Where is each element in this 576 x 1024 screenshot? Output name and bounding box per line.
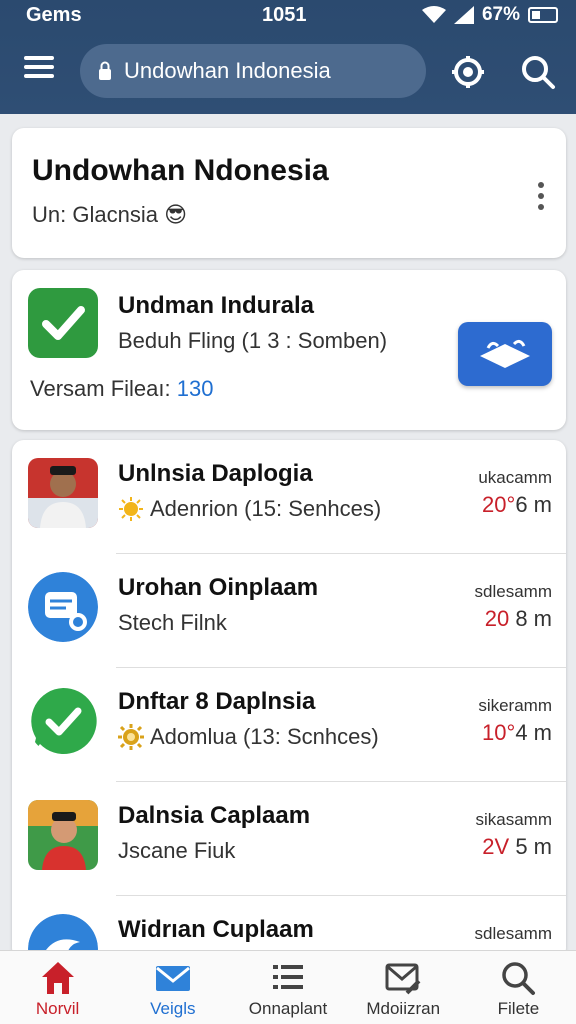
conversation-list: Unlnsia Daplogia Adenrion (15: Senhces) …: [12, 440, 566, 960]
meta-red: 10°: [482, 720, 516, 745]
search-icon: [502, 962, 536, 995]
meta-rest: 8 m: [515, 606, 552, 631]
list-item[interactable]: Dalnsia Caplaam Jscane Fiuk sikasamm 2V …: [12, 782, 566, 896]
item-sub-text: Adomlua (13: Scnhces): [150, 724, 379, 749]
battery-percent: 67%: [481, 4, 520, 25]
sun-gear-icon: [118, 724, 144, 750]
nav-label: Mdoiizran: [366, 999, 441, 1018]
status-time: 1051: [262, 4, 307, 26]
item-name: Unlnsia Daplogia: [118, 460, 313, 487]
chat-bubble-icon: [28, 572, 98, 642]
nav-home[interactable]: Norvil: [0, 951, 115, 1024]
more-options-icon[interactable]: [538, 182, 546, 210]
meta-value: 130: [176, 376, 214, 401]
list-item[interactable]: Dnftar 8 Daplnsia Adomlua (13: Scnhces) …: [12, 668, 566, 782]
item-sub: Jscane Fiuk: [118, 838, 235, 864]
nav-mail[interactable]: Veigls: [115, 951, 230, 1024]
list-item[interactable]: Unlnsia Daplogia Adenrion (15: Senhces) …: [12, 440, 566, 554]
nav-compose[interactable]: Mdoiizran: [346, 951, 461, 1024]
page-title: Undowhan Ndonesia: [32, 154, 329, 187]
map-icon: [480, 339, 530, 368]
feature-card[interactable]: Undman Indurala Beduh Fling (1 3 : Sombe…: [12, 270, 566, 430]
item-sub-text: Jscane Fiuk: [118, 838, 236, 863]
item-meta-label: sikeramm: [478, 696, 552, 715]
subtitle-text: Un: Glacnsia: [32, 202, 158, 227]
top-app-bar: Gems 1051 67% Undowhan Indonesia: [0, 0, 576, 114]
header-card[interactable]: Undowhan Ndonesia Un: Glacnsia 😎: [12, 128, 566, 258]
home-icon: [41, 962, 74, 994]
search-icon[interactable]: [520, 54, 556, 90]
nav-label: Filete: [497, 999, 540, 1018]
item-name: Widrıan Cuplaam: [118, 916, 314, 943]
meta-red: 20°: [482, 492, 516, 517]
map-action-button[interactable]: [458, 322, 552, 386]
battery-icon: [528, 7, 558, 23]
feature-subtitle: Beduh Fling (1 3 : Somben): [118, 328, 388, 353]
carrier-name: Gems: [26, 4, 82, 26]
item-meta-value: 20°6 m: [482, 492, 552, 518]
item-name: Dnftar 8 Daplnsia: [118, 688, 316, 715]
item-meta-label: ukacamm: [478, 468, 552, 487]
meta-red: 2V: [482, 834, 510, 859]
bottom-navigation: Norvil Veigls Onnaplant Mdoiizran Filete: [0, 950, 576, 1024]
nav-search[interactable]: Filete: [461, 951, 576, 1024]
status-bar: Gems 1051 67%: [0, 0, 576, 30]
item-meta-value: 10°4 m: [482, 720, 552, 746]
nav-label: Onnaplant: [248, 999, 328, 1018]
lens-settings-icon[interactable]: [450, 54, 486, 90]
list-icon: [273, 965, 303, 989]
item-sub: Stech Filnk: [118, 610, 227, 636]
meta-rest: 4 m: [515, 720, 552, 745]
item-meta-label: sikasamm: [475, 810, 552, 829]
item-sub-text: Adenrion (15: Senhces): [150, 496, 382, 521]
sunglasses-emoji-icon: 😎: [164, 202, 188, 227]
item-meta-value: 2V 5 m: [482, 834, 552, 860]
item-name: Dalnsia Caplaam: [118, 802, 311, 829]
child-photo-avatar: [28, 800, 98, 870]
feature-title: Undman Indurala: [118, 292, 315, 319]
item-sub-text: Stech Filnk: [118, 610, 227, 635]
meta-rest: 6 m: [515, 492, 552, 517]
mail-icon: [155, 966, 190, 991]
wifi-icon: [421, 6, 446, 23]
sun-icon: [119, 497, 143, 521]
person-photo-avatar: [28, 458, 98, 528]
edit-mail-icon: [385, 963, 421, 995]
item-meta-label: sdlesamm: [474, 924, 552, 943]
item-sub: Adenrion (15: Senhces): [118, 496, 381, 522]
meta-rest: 5 m: [515, 834, 552, 859]
search-bar[interactable]: Undowhan Indonesia: [80, 44, 426, 98]
menu-icon[interactable]: [24, 56, 54, 78]
signal-icon: [453, 6, 474, 24]
search-query: Undowhan Indonesia: [124, 58, 331, 83]
list-item[interactable]: Urohan Oinplaam Stech Filnk sdlesamm 20 …: [12, 554, 566, 668]
lock-icon: [99, 61, 111, 80]
meta-label: Versam Fileaı:: [30, 376, 171, 401]
feature-meta: Versam Fileaı: 130: [30, 376, 213, 402]
status-right: 67%: [421, 4, 558, 26]
nav-list[interactable]: Onnaplant: [230, 951, 345, 1024]
nav-label: Norvil: [35, 999, 80, 1018]
page-subtitle: Un: Glacnsia 😎: [32, 202, 187, 228]
check-bubble-icon: [28, 686, 98, 756]
meta-red: 20: [484, 606, 510, 631]
item-sub: Adomlua (13: Scnhces): [118, 724, 379, 750]
check-icon: [28, 288, 98, 358]
item-meta-label: sdlesamm: [474, 582, 552, 601]
item-meta-value: 20 8 m: [485, 606, 552, 632]
item-name: Urohan Oinplaam: [118, 574, 319, 601]
nav-label: Veigls: [150, 999, 196, 1018]
